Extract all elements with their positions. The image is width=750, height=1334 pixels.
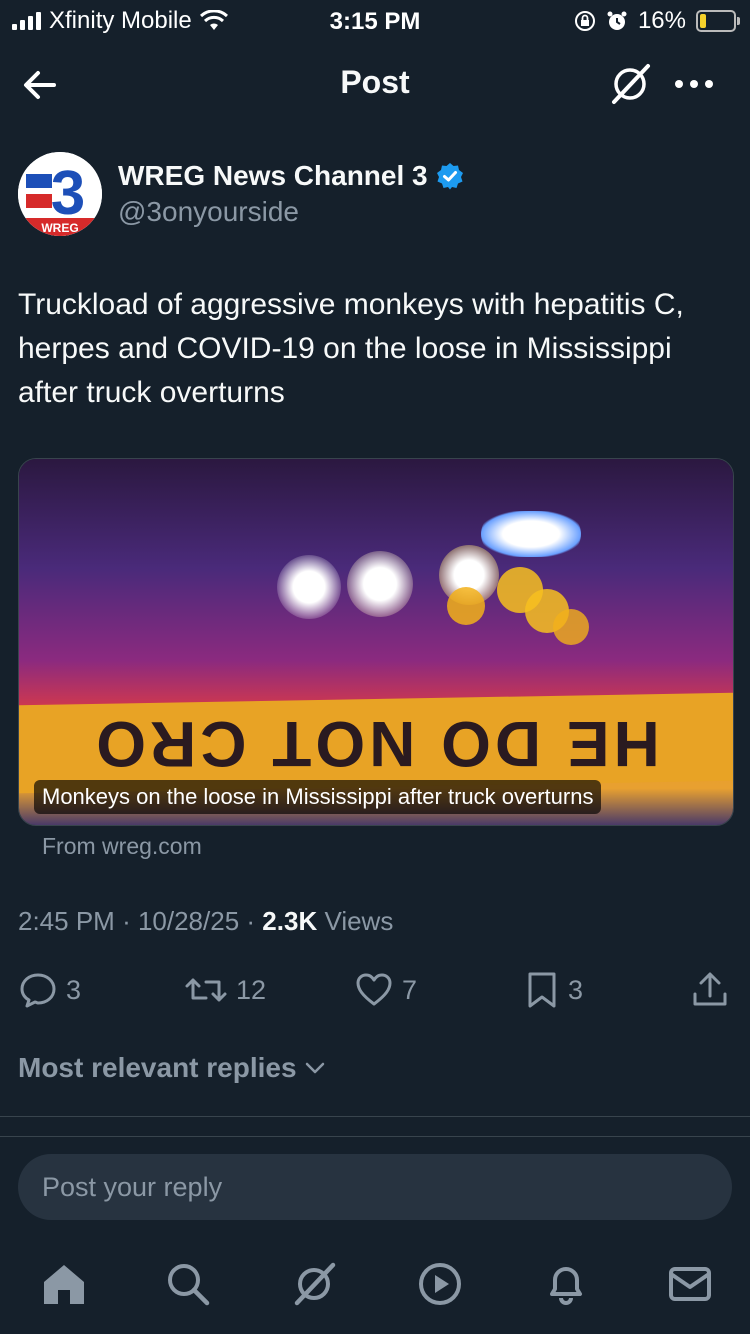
home-icon[interactable] — [40, 1260, 88, 1308]
views-label: Views — [324, 906, 394, 936]
divider — [0, 1116, 750, 1117]
status-right: 16% — [574, 7, 740, 35]
share-icon — [693, 972, 727, 1006]
grok-icon[interactable] — [606, 60, 654, 108]
divider — [0, 1136, 750, 1137]
tweet-text: Truckload of aggressive monkeys with hep… — [18, 288, 684, 409]
battery-icon — [696, 10, 740, 32]
card-source[interactable]: From wreg.com — [42, 833, 202, 860]
reply-input[interactable]: Post your reply — [18, 1154, 732, 1220]
author-handle[interactable]: @3onyourside — [118, 196, 299, 228]
more-options-icon[interactable] — [672, 72, 716, 96]
views-count[interactable]: 2.3K — [262, 906, 317, 936]
card-caption[interactable]: Monkeys on the loose in Mississippi afte… — [34, 780, 602, 814]
author-name[interactable]: WREG News Channel 3 — [118, 160, 428, 192]
link-card[interactable]: HE DO NOT CRO — [18, 458, 734, 826]
messages-icon[interactable] — [666, 1260, 714, 1308]
grok-nav-icon[interactable] — [290, 1260, 338, 1308]
avatar[interactable]: 3 WREG — [18, 152, 102, 236]
svg-text:3: 3 — [51, 159, 85, 228]
verified-badge-icon — [436, 163, 463, 190]
author-name-row[interactable]: WREG News Channel 3 — [118, 160, 464, 192]
reply-button[interactable]: 3 — [18, 970, 81, 1010]
tweet-time: 2:45 PM — [18, 906, 115, 936]
notifications-icon[interactable] — [542, 1260, 590, 1308]
bookmark-icon — [528, 972, 556, 1008]
like-count: 7 — [402, 974, 418, 1005]
reply-icon — [20, 973, 56, 1008]
svg-text:WREG: WREG — [41, 221, 78, 235]
alarm-icon — [607, 11, 627, 30]
chevron-down-icon — [305, 1062, 324, 1074]
rotation-lock-icon — [574, 11, 595, 31]
card-image[interactable]: HE DO NOT CRO — [19, 459, 733, 825]
share-button[interactable] — [690, 970, 730, 1010]
replies-sort-dropdown[interactable]: Most relevant replies — [18, 1052, 327, 1084]
tweet-date: 10/28/25 — [137, 906, 240, 936]
search-icon[interactable] — [164, 1260, 212, 1308]
status-bar: Xfinity Mobile 3:15 PM 16% — [0, 0, 750, 44]
wreg-logo: 3 WREG — [18, 152, 102, 236]
replies-sort-label: Most relevant replies — [18, 1052, 297, 1083]
tape-text: HE DO NOT CRO — [92, 708, 660, 780]
repost-button[interactable]: 12 — [184, 970, 266, 1010]
repost-icon — [185, 978, 227, 1002]
tweet-meta: 2:45 PM · 10/28/25 · 2.3K Views — [18, 906, 394, 936]
bookmark-count: 3 — [568, 974, 584, 1005]
reply-placeholder: Post your reply — [42, 1172, 223, 1202]
battery-percent: 16% — [637, 7, 686, 34]
video-icon[interactable] — [416, 1260, 464, 1308]
heart-icon — [356, 973, 392, 1006]
reply-count: 3 — [66, 974, 82, 1005]
repost-count: 12 — [236, 974, 267, 1005]
like-button[interactable]: 7 — [354, 970, 417, 1010]
bookmark-button[interactable]: 3 — [524, 970, 583, 1010]
